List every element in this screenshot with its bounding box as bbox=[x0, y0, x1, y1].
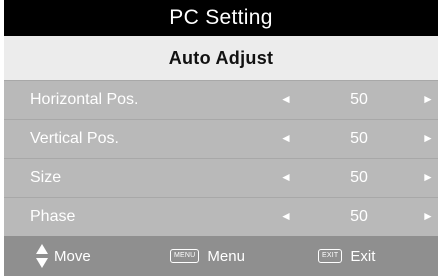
decrease-arrow-icon[interactable]: ◄ bbox=[280, 209, 292, 223]
setting-value: 50 bbox=[350, 169, 368, 186]
osd-menu: PC Setting Auto Adjust Horizontal Pos. ◄… bbox=[4, 0, 438, 276]
move-hint: Move bbox=[34, 236, 91, 276]
increase-arrow-icon[interactable]: ► bbox=[422, 92, 434, 106]
setting-value: 50 bbox=[350, 130, 368, 147]
decrease-arrow-icon[interactable]: ◄ bbox=[280, 92, 292, 106]
increase-arrow-icon[interactable]: ► bbox=[422, 209, 434, 223]
up-down-arrows-icon bbox=[34, 243, 50, 269]
menu-hint: MENU Menu bbox=[170, 236, 245, 276]
menu-title: PC Setting bbox=[4, 0, 438, 36]
size-row[interactable]: Size ◄ 50 ► bbox=[4, 158, 438, 197]
horizontal-pos-row[interactable]: Horizontal Pos. ◄ 50 ► bbox=[4, 80, 438, 119]
exit-label: Exit bbox=[350, 247, 376, 265]
phase-row[interactable]: Phase ◄ 50 ► bbox=[4, 197, 438, 236]
auto-adjust-item[interactable]: Auto Adjust bbox=[4, 36, 438, 80]
setting-value: 50 bbox=[350, 208, 368, 225]
increase-arrow-icon[interactable]: ► bbox=[422, 170, 434, 184]
move-label: Move bbox=[54, 247, 91, 265]
increase-arrow-icon[interactable]: ► bbox=[422, 131, 434, 145]
setting-value: 50 bbox=[350, 91, 368, 108]
decrease-arrow-icon[interactable]: ◄ bbox=[280, 170, 292, 184]
menu-label: Menu bbox=[207, 247, 245, 265]
settings-list: Horizontal Pos. ◄ 50 ► Vertical Pos. ◄ 5… bbox=[4, 80, 438, 236]
menu-key-icon: MENU bbox=[170, 249, 200, 263]
decrease-arrow-icon[interactable]: ◄ bbox=[280, 131, 292, 145]
footer-hints: Move MENU Menu EXIT Exit bbox=[4, 236, 438, 276]
vertical-pos-row[interactable]: Vertical Pos. ◄ 50 ► bbox=[4, 119, 438, 158]
exit-key-icon: EXIT bbox=[318, 249, 343, 263]
setting-label: Horizontal Pos. bbox=[30, 91, 139, 108]
setting-label: Phase bbox=[30, 208, 76, 225]
exit-hint: EXIT Exit bbox=[318, 236, 375, 276]
setting-label: Vertical Pos. bbox=[30, 130, 119, 147]
setting-label: Size bbox=[30, 169, 62, 186]
